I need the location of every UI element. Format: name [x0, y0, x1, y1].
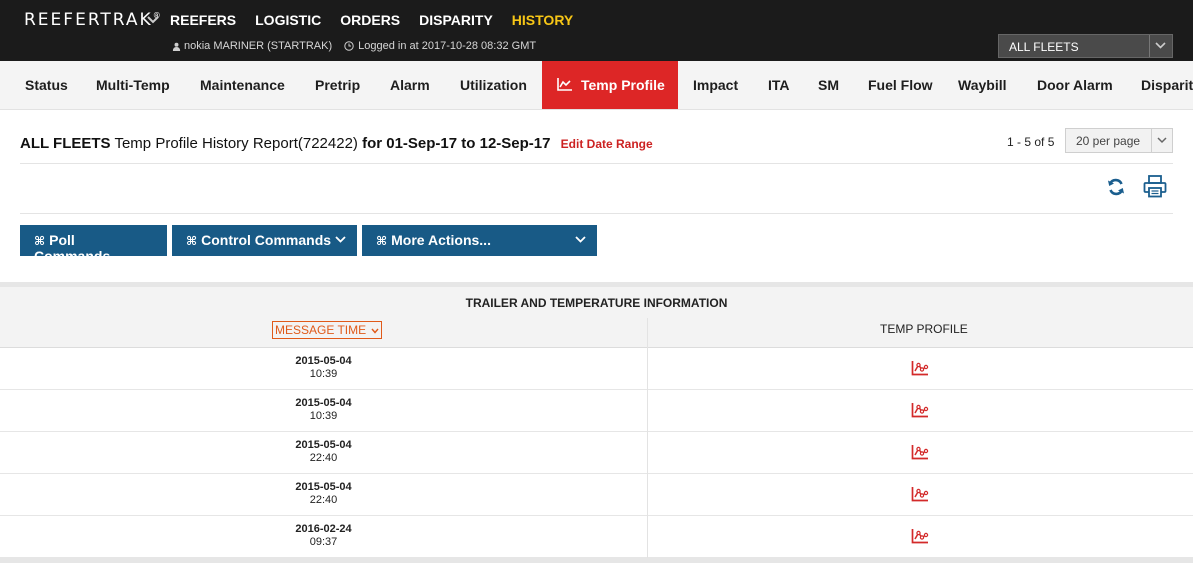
edit-date-range-link[interactable]: Edit Date Range: [561, 137, 653, 151]
tab-pretrip[interactable]: Pretrip: [315, 61, 360, 109]
login-info: Logged in at 2017-10-28 08:32 GMT: [358, 40, 537, 52]
nav-disparity[interactable]: DISPARITY: [419, 12, 493, 28]
chevron-down-icon: [1155, 42, 1166, 49]
command-key-icon: ⌘: [34, 234, 46, 248]
brand-name: REEFERTRAK: [24, 10, 153, 30]
tab-bar: Status Multi-Temp Maintenance Pretrip Al…: [0, 61, 1193, 110]
message-date: 2015-05-04: [295, 439, 352, 451]
table-row: 2015-05-04 22:40: [0, 474, 1193, 516]
control-commands-label: Control Commands: [201, 232, 332, 248]
command-key-icon: ⌘: [376, 234, 388, 248]
chevron-down-icon: [575, 236, 586, 243]
tab-sm[interactable]: SM: [818, 61, 839, 109]
tab-maintenance[interactable]: Maintenance: [200, 61, 285, 109]
user-icon: [172, 42, 181, 51]
table-caption: TRAILER AND TEMPERATURE INFORMATION: [0, 287, 1193, 320]
message-date: 2015-05-04: [295, 355, 352, 367]
temp-profile-chart-icon: [557, 78, 572, 92]
nav-reefers[interactable]: REEFERS: [170, 12, 236, 28]
divider: [20, 213, 1173, 214]
temp-profile-header: TEMP PROFILE: [880, 322, 968, 336]
message-time: 10:39: [309, 368, 338, 380]
user-name: nokia MARINER (STARTRAK): [184, 40, 333, 52]
message-time-sort-header[interactable]: MESSAGE TIME: [272, 321, 383, 339]
table-row: 2015-05-04 22:40: [0, 432, 1193, 474]
main-nav: REEFERS LOGISTIC ORDERS DISPARITY HISTOR…: [170, 12, 592, 28]
message-time: 22:40: [309, 494, 338, 506]
divider: [20, 163, 1173, 164]
report-fleet: ALL FLEETS: [20, 135, 111, 152]
per-page-select[interactable]: 20 per page: [1065, 128, 1173, 153]
column-divider: [647, 318, 648, 558]
refresh-icon[interactable]: [1106, 177, 1126, 197]
poll-commands-label: Poll Commands: [34, 232, 111, 264]
temp-profile-chart-icon[interactable]: [911, 486, 929, 502]
select-divider: [1151, 129, 1152, 152]
tab-impact[interactable]: Impact: [693, 61, 738, 109]
tab-fuel-flow[interactable]: Fuel Flow: [868, 61, 933, 109]
temp-profile-chart-icon[interactable]: [911, 360, 929, 376]
message-date: 2016-02-24: [295, 523, 352, 535]
message-date: 2015-05-04: [295, 397, 352, 409]
chevron-down-icon[interactable]: [147, 16, 159, 24]
message-date: 2015-05-04: [295, 481, 352, 493]
chevron-down-icon: [1157, 137, 1167, 144]
table-row: 2015-05-04 10:39: [0, 390, 1193, 432]
fleet-select-value: ALL FLEETS: [1009, 40, 1079, 54]
chevron-down-icon: [371, 328, 380, 334]
select-divider: [1149, 35, 1150, 57]
tab-utilization[interactable]: Utilization: [460, 61, 527, 109]
report-range: for 01-Sep-17 to 12-Sep-17: [362, 135, 551, 152]
temp-profile-chart-icon[interactable]: [911, 444, 929, 460]
message-time: 22:40: [309, 452, 338, 464]
table-bottom-border: [0, 558, 1193, 563]
report-name: Temp Profile History Report(722422): [114, 135, 358, 152]
poll-commands-button[interactable]: ⌘ Poll Commands: [20, 225, 167, 264]
fleet-select[interactable]: ALL FLEETS: [998, 34, 1173, 58]
tab-disparity[interactable]: Disparity: [1141, 61, 1193, 109]
clock-icon: [344, 41, 354, 51]
message-time-label: MESSAGE TIME: [275, 323, 367, 337]
temp-profile-chart-icon[interactable]: [911, 402, 929, 418]
nav-history[interactable]: HISTORY: [512, 12, 573, 28]
control-commands-button[interactable]: ⌘ Control Commands: [172, 225, 357, 256]
table-row: 2015-05-04 10:39: [0, 348, 1193, 390]
report-title: ALL FLEETS Temp Profile History Report(7…: [20, 135, 653, 152]
tab-door-alarm[interactable]: Door Alarm: [1037, 61, 1113, 109]
nav-logistic[interactable]: LOGISTIC: [255, 12, 321, 28]
table-header-row: [0, 318, 1193, 348]
tab-temp-profile[interactable]: Temp Profile: [542, 61, 678, 109]
per-page-value: 20 per page: [1076, 134, 1141, 148]
table-row: 2016-02-24 09:37: [0, 516, 1193, 558]
message-time: 09:37: [309, 536, 338, 548]
command-key-icon: ⌘: [186, 234, 198, 248]
pager-count: 1 - 5 of 5: [1007, 135, 1055, 149]
brand-logo[interactable]: REEFERTRAK®: [24, 10, 161, 30]
tab-temp-profile-label: Temp Profile: [581, 77, 665, 93]
more-actions-button[interactable]: ⌘ More Actions...: [362, 225, 597, 256]
nav-orders[interactable]: ORDERS: [340, 12, 400, 28]
more-actions-label: More Actions...: [391, 232, 491, 248]
print-icon[interactable]: [1143, 175, 1167, 198]
chevron-down-icon: [335, 236, 346, 243]
tab-alarm[interactable]: Alarm: [390, 61, 430, 109]
tab-waybill[interactable]: Waybill: [958, 61, 1007, 109]
temp-profile-chart-icon[interactable]: [911, 528, 929, 544]
user-info: nokia MARINER (STARTRAK) Logged in at 20…: [172, 40, 536, 52]
tab-ita[interactable]: ITA: [768, 61, 790, 109]
message-time: 10:39: [309, 410, 338, 422]
tab-multi-temp[interactable]: Multi-Temp: [96, 61, 170, 109]
tab-status[interactable]: Status: [25, 61, 68, 109]
top-bar: REEFERTRAK® REEFERS LOGISTIC ORDERS DISP…: [0, 0, 1193, 61]
